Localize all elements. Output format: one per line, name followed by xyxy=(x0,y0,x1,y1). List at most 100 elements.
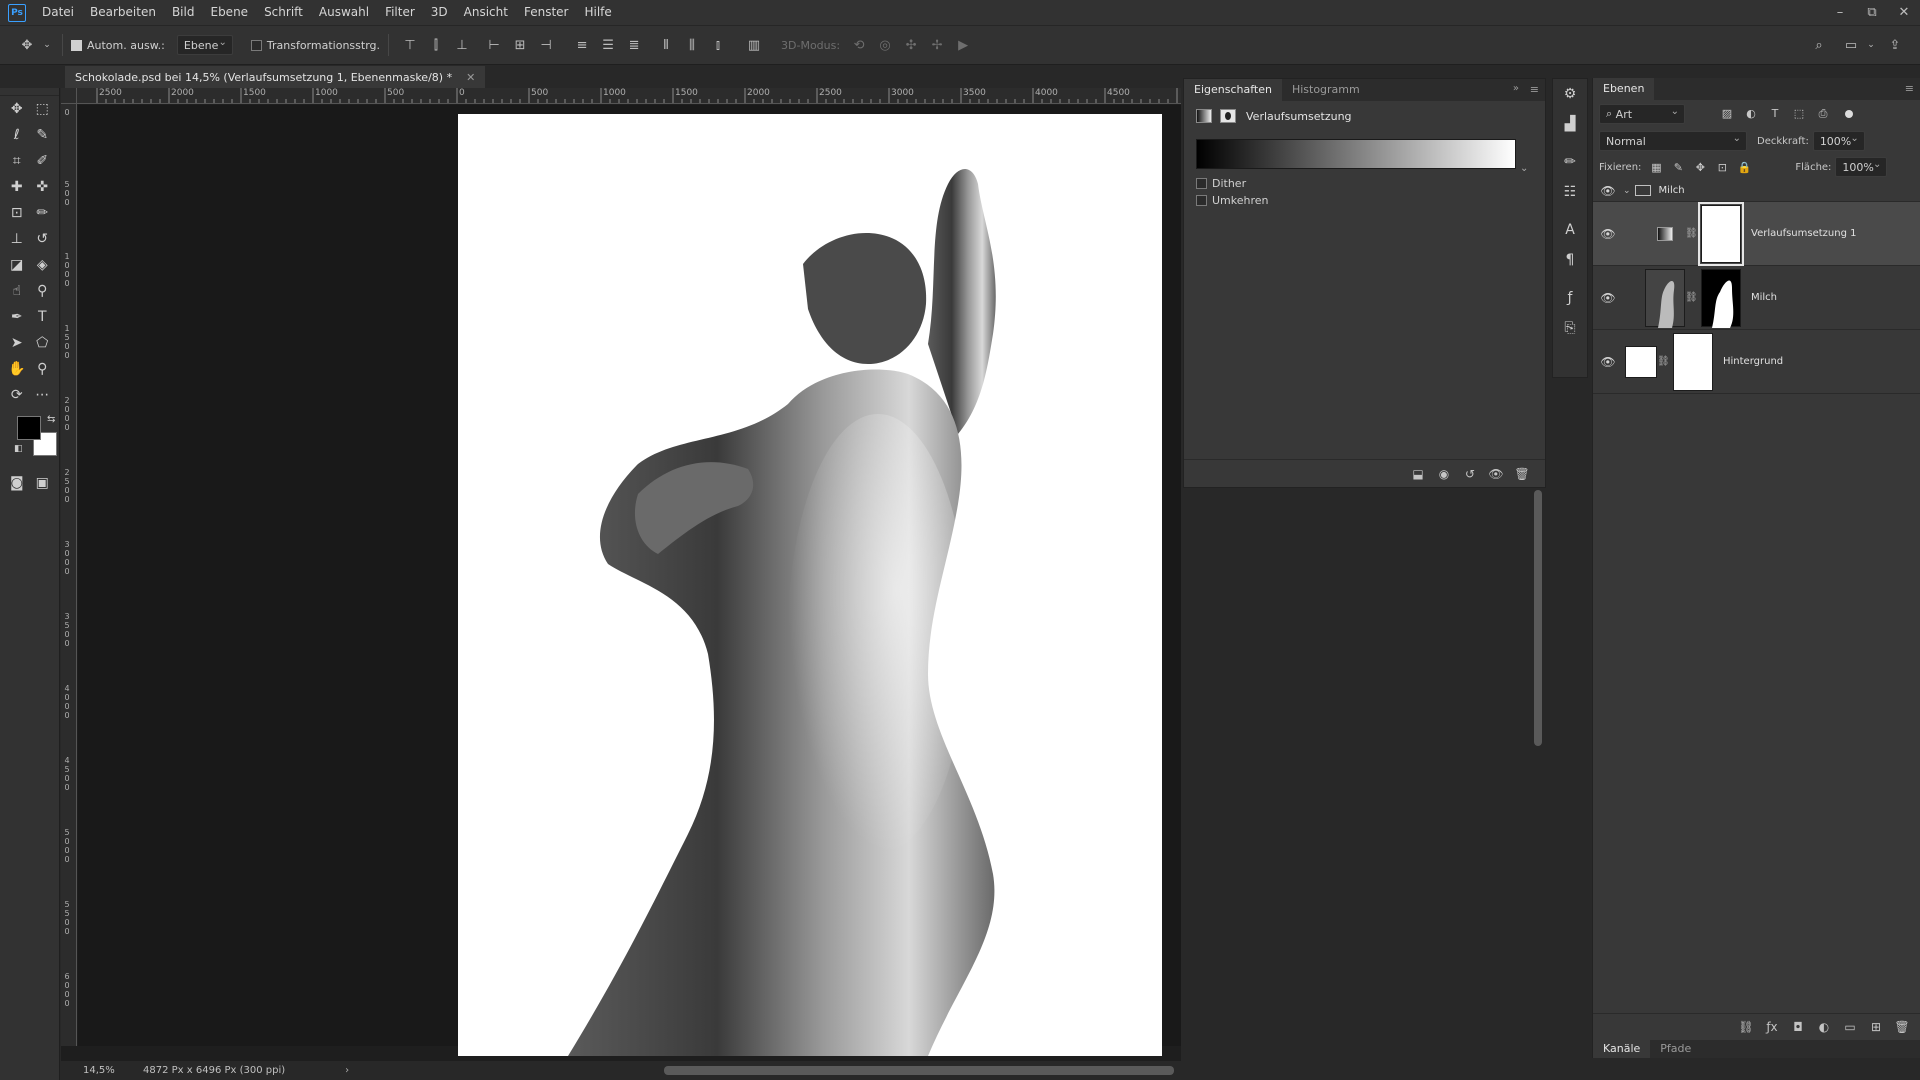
screen-mode-icon[interactable]: ▣ xyxy=(31,472,53,494)
vertical-scrollbar[interactable] xyxy=(1534,490,1542,746)
lock-transparent-icon[interactable]: ▦ xyxy=(1645,161,1667,174)
menu-datei[interactable]: Datei xyxy=(34,0,82,25)
3d-slide-icon[interactable]: ✢ xyxy=(926,34,948,56)
workspace-chevron-icon[interactable]: ⌄ xyxy=(1866,34,1876,56)
shape-tool-icon[interactable]: ⬠ xyxy=(31,332,53,354)
more-tools-icon[interactable]: ⋯ xyxy=(31,384,53,406)
visibility-eye-icon[interactable]: 👁 xyxy=(1593,184,1623,198)
expand-group-icon[interactable]: ⌄ xyxy=(1623,186,1631,196)
auto-select-target-select[interactable]: Ebene xyxy=(176,35,233,55)
align-top-icon[interactable]: ⊤ xyxy=(399,34,421,56)
tab-pfade[interactable]: Pfade xyxy=(1650,1040,1701,1058)
3d-scale-icon[interactable]: ▶ xyxy=(952,34,974,56)
menu-ansicht[interactable]: Ansicht xyxy=(456,0,516,25)
menu-filter[interactable]: Filter xyxy=(377,0,423,25)
swap-colors-icon[interactable]: ⇆ xyxy=(47,414,55,425)
marquee-tool-icon[interactable]: ⬚ xyxy=(31,98,53,120)
filter-shape-icon[interactable]: ⬚ xyxy=(1787,107,1811,121)
toolbar-grip[interactable] xyxy=(0,88,59,96)
horizontal-ruler[interactable]: 2500 2000 1500 1000 500 0 500 1000 1500 2000 2500 3… xyxy=(77,88,1181,104)
delete-layer-icon[interactable]: 🗑 xyxy=(1889,1020,1915,1034)
properties-panel-icon[interactable]: ⚙ xyxy=(1553,79,1587,109)
new-adjustment-icon[interactable]: ◐ xyxy=(1811,1020,1837,1034)
distribute-left-icon[interactable]: ⦀ xyxy=(655,34,677,56)
search-icon[interactable]: ⌕ xyxy=(1808,34,1830,56)
hand-tool-icon[interactable]: ✋ xyxy=(6,358,28,380)
quick-mask-icon[interactable]: ◙ xyxy=(6,472,28,494)
filter-smart-object-icon[interactable]: ⎙ xyxy=(1811,107,1835,121)
styles-panel-icon[interactable]: ƒ xyxy=(1553,283,1587,313)
gradient-preview[interactable] xyxy=(1196,139,1516,169)
distribute-vcenter-icon[interactable]: ☰ xyxy=(597,34,619,56)
path-selection-tool-icon[interactable]: ➤ xyxy=(6,332,28,354)
menu-auswahl[interactable]: Auswahl xyxy=(311,0,377,25)
lasso-tool-icon[interactable]: ℓ xyxy=(6,124,28,146)
layer-row-background[interactable]: 👁 ⛓ Hintergrund xyxy=(1593,330,1920,394)
distribute-bottom-icon[interactable]: ≣ xyxy=(623,34,645,56)
minimize-button[interactable]: – xyxy=(1824,0,1856,25)
vertical-ruler[interactable]: 0 500 1000 1500 2000 2500 3000 3500 4000 4500 5000… xyxy=(61,104,77,1046)
3d-pan-icon[interactable]: ✣ xyxy=(900,34,922,56)
gradient-dropdown-icon[interactable]: ⌄ xyxy=(1520,163,1528,174)
layers-menu-icon[interactable]: ≡ xyxy=(1905,82,1914,95)
align-vcenter-icon[interactable]: ⫿ xyxy=(425,34,447,56)
tab-kanaele[interactable]: Kanäle xyxy=(1593,1040,1651,1058)
status-expand-icon[interactable]: › xyxy=(345,1065,349,1076)
eraser-tool-icon[interactable]: ◪ xyxy=(6,254,28,276)
workspace-icon[interactable]: ▭ xyxy=(1840,34,1862,56)
clone-stamp-tool-icon[interactable]: ⊥ xyxy=(6,228,28,250)
tab-histogramm[interactable]: Histogramm xyxy=(1282,79,1370,101)
menu-bearbeiten[interactable]: Bearbeiten xyxy=(82,0,164,25)
lock-all-icon[interactable]: 🔒 xyxy=(1733,161,1755,174)
paint-bucket-tool-icon[interactable]: ◈ xyxy=(31,254,53,276)
tool-preset-chevron-icon[interactable]: ⌄ xyxy=(42,34,52,56)
menu-fenster[interactable]: Fenster xyxy=(516,0,577,25)
reset-icon[interactable]: ↺ xyxy=(1457,467,1483,481)
filter-type-icon[interactable]: T xyxy=(1763,107,1787,121)
distribute-top-icon[interactable]: ≡ xyxy=(571,34,593,56)
clip-to-layer-icon[interactable]: ⬓ xyxy=(1405,467,1431,481)
document-canvas[interactable] xyxy=(458,114,1162,1056)
healing-brush-tool-icon[interactable]: ✜ xyxy=(31,176,53,198)
spot-healing-tool-icon[interactable]: ✚ xyxy=(6,176,28,198)
gradient-map-icon[interactable] xyxy=(1196,109,1212,123)
add-mask-icon[interactable]: ◘ xyxy=(1785,1020,1811,1034)
patch-tool-icon[interactable]: ⊡ xyxy=(6,202,28,224)
histogram-panel-icon[interactable]: ▟ xyxy=(1553,109,1587,139)
smudge-tool-icon[interactable]: ☝ xyxy=(6,280,28,302)
paragraph-panel-icon[interactable]: ¶ xyxy=(1553,245,1587,275)
crop-tool-icon[interactable]: ⌗ xyxy=(6,150,28,172)
quick-selection-tool-icon[interactable]: ✎ xyxy=(31,124,53,146)
reverse-check-icon[interactable] xyxy=(1196,195,1207,206)
layer-row-gradient-map[interactable]: 👁 ⛓ Verlaufsumsetzung 1 xyxy=(1593,201,1920,266)
collapse-panel-icon[interactable]: » xyxy=(1513,83,1519,94)
link-chain-icon[interactable]: ⛓ xyxy=(1657,356,1670,367)
foreground-color-swatch[interactable] xyxy=(17,416,41,440)
menu-ebene[interactable]: Ebene xyxy=(202,0,256,25)
view-previous-state-icon[interactable]: ◉ xyxy=(1431,467,1457,481)
dither-check-icon[interactable] xyxy=(1196,178,1207,189)
pen-tool-icon[interactable]: ✒ xyxy=(6,306,28,328)
zoom-tool-icon[interactable]: ⚲ xyxy=(31,358,53,380)
lock-image-icon[interactable]: ✎ xyxy=(1667,161,1689,174)
align-right-icon[interactable]: ⊣ xyxy=(535,34,557,56)
layer-style-icon[interactable]: ƒx xyxy=(1759,1020,1785,1034)
opacity-input[interactable]: 100% xyxy=(1812,131,1865,151)
restore-button[interactable]: ⧉ xyxy=(1856,0,1888,25)
move-tool-icon[interactable]: ✥ xyxy=(6,98,28,120)
dither-checkbox[interactable]: Dither xyxy=(1196,175,1545,192)
toggle-visibility-icon[interactable]: 👁 xyxy=(1483,467,1509,481)
close-tab-icon[interactable]: ✕ xyxy=(466,71,475,84)
3d-panel-icon[interactable]: ⎘ xyxy=(1553,313,1587,343)
layer-mask-icon[interactable] xyxy=(1220,109,1236,123)
link-layers-icon[interactable]: ⛓ xyxy=(1733,1020,1759,1034)
layer-mask-thumbnail[interactable] xyxy=(1698,201,1744,266)
visibility-eye-icon[interactable]: 👁 xyxy=(1593,291,1623,305)
share-icon[interactable]: ⇪ xyxy=(1884,34,1906,56)
document-tab[interactable]: Schokolade.psd bei 14,5% (Verlaufsumsetz… xyxy=(65,66,486,88)
filter-adjustment-icon[interactable]: ◐ xyxy=(1739,107,1763,121)
dodge-tool-icon[interactable]: ⚲ xyxy=(31,280,53,302)
layer-row-milch[interactable]: 👁 ⛓ Milch xyxy=(1593,266,1920,330)
panel-menu-icon[interactable]: ≡ xyxy=(1530,83,1539,96)
align-left-icon[interactable]: ⊢ xyxy=(483,34,505,56)
